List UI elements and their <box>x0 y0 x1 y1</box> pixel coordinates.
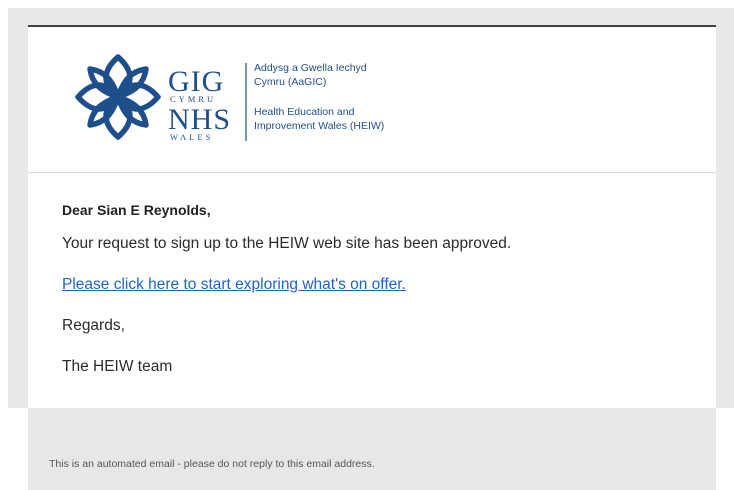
email-page: GIG CYMRU NHS WALES Addysg a Gwella Iech… <box>0 0 734 490</box>
explore-link-paragraph: Please click here to start exploring wha… <box>62 276 702 294</box>
signature-text: The HEIW team <box>62 358 173 375</box>
email-body: Dear Sian E Reynolds, Your request to si… <box>62 201 702 399</box>
email-header: GIG CYMRU NHS WALES Addysg a Gwella Iech… <box>28 27 716 173</box>
email-card: GIG CYMRU NHS WALES Addysg a Gwella Iech… <box>28 25 716 408</box>
gig-cymru-nhs-wales-logo: GIG CYMRU NHS WALES Addysg a Gwella Iech… <box>75 54 384 142</box>
celtic-knot-icon <box>75 54 161 140</box>
regards-text: Regards, <box>62 317 125 334</box>
approval-message: Your request to sign up to the HEIW web … <box>62 235 512 252</box>
org-english-line2: Improvement Wales (HEIW) <box>254 120 384 132</box>
org-text: Addysg a Gwella Iechyd Cymru (AaGIC) Hea… <box>254 62 384 132</box>
org-welsh-line1: Addysg a Gwella Iechyd <box>254 62 367 74</box>
footer-note: This is an automated email - please do n… <box>49 458 375 470</box>
email-footer: This is an automated email - please do n… <box>28 408 716 490</box>
greeting: Dear Sian E Reynolds, <box>62 202 211 218</box>
nhs-wordmark: GIG CYMRU NHS WALES <box>168 65 230 142</box>
explore-link[interactable]: Please click here to start exploring wha… <box>62 276 406 293</box>
org-welsh-line2: Cymru (AaGIC) <box>254 76 326 88</box>
org-english-line1: Health Education and <box>254 106 355 118</box>
wordmark-wales: WALES <box>170 132 213 142</box>
